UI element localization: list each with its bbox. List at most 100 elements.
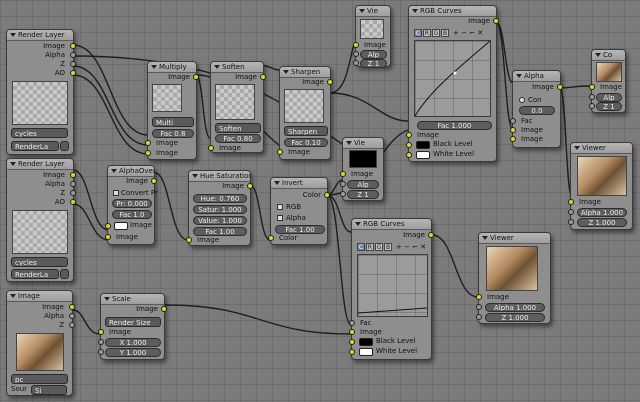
color-swatch[interactable] — [114, 222, 128, 230]
invert-node[interactable]: Invert Color RGB Alpha Fac 1.00 Color — [268, 177, 330, 245]
z-socket[interactable] — [589, 103, 595, 109]
mix-multiply-node[interactable]: Multiply Image Multi Fac 0.8 Image Image — [145, 61, 199, 160]
white-level-socket[interactable] — [406, 152, 412, 158]
viewer-node-bottom[interactable]: Viewer Image Alpha 1.000 Z 1.000 — [476, 232, 551, 324]
node-header[interactable]: Invert — [271, 178, 327, 189]
collapse-arrow-icon[interactable] — [355, 222, 361, 226]
node-header[interactable]: Soften — [211, 62, 263, 73]
collapse-arrow-icon[interactable] — [192, 174, 198, 178]
collapse-arrow-icon[interactable] — [104, 297, 110, 301]
node-header[interactable]: Multiply — [148, 62, 196, 73]
node-header[interactable]: Render Layer — [7, 159, 73, 170]
image-socket[interactable] — [557, 84, 563, 90]
filter-type-dropdown[interactable]: Soften — [215, 123, 261, 133]
z-socket[interactable] — [340, 191, 346, 197]
collapse-arrow-icon[interactable] — [10, 294, 16, 298]
scale-node[interactable]: Scale Image Render Size Image X 1.000 Y … — [98, 293, 167, 360]
curve-editor[interactable] — [357, 254, 428, 317]
channel-tab-g[interactable]: G — [375, 243, 383, 251]
channel-tabs[interactable]: CRGB — [414, 29, 450, 38]
collapse-arrow-icon[interactable] — [10, 33, 16, 37]
alpha-field[interactable]: Alp — [347, 180, 379, 189]
scene-selector[interactable]: cycles — [11, 257, 68, 267]
hue-field[interactable]: Hue: 0.760 — [193, 194, 247, 203]
composite-node[interactable]: Co Image Alp Z 1 — [589, 49, 626, 113]
alpha-over-node[interactable]: AlphaOver Image Convert Pr Pr: 0.000 Fac… — [105, 165, 158, 245]
layer-selector[interactable]: RenderLa — [11, 269, 59, 279]
render-icon[interactable] — [60, 269, 69, 279]
black-level-socket[interactable] — [349, 339, 355, 345]
node-header[interactable]: RGB Curves — [352, 219, 431, 230]
y-socket[interactable] — [98, 349, 104, 355]
filter-soften-node[interactable]: Soften Image Soften Fac 0.80 Image — [208, 61, 266, 153]
hue-saturation-node[interactable]: Hue Saturation Image Hue: 0.760 Satur: 1… — [186, 170, 253, 246]
image-socket[interactable] — [151, 178, 157, 184]
z-field[interactable]: Z 1.000 — [577, 218, 627, 227]
node-header[interactable]: Hue Saturation — [189, 171, 250, 182]
render-icon[interactable] — [60, 141, 69, 151]
image-socket[interactable] — [428, 232, 434, 238]
node-header[interactable]: Viewer — [479, 233, 550, 244]
black-level-swatch[interactable] — [416, 141, 430, 149]
node-header[interactable]: Image — [7, 291, 72, 302]
node-header[interactable]: Co — [592, 50, 625, 61]
image-socket[interactable] — [70, 172, 76, 178]
node-header[interactable]: Scale — [101, 294, 164, 305]
x-socket[interactable] — [98, 339, 104, 345]
white-level-socket[interactable] — [349, 349, 355, 355]
channel-tab-b[interactable]: B — [384, 243, 392, 251]
collapse-arrow-icon[interactable] — [482, 236, 488, 240]
ao-socket[interactable] — [70, 199, 76, 205]
image-socket[interactable] — [186, 237, 192, 243]
scale-space-dropdown[interactable]: Render Size — [105, 317, 161, 327]
image-socket[interactable] — [105, 234, 111, 240]
node-header[interactable]: Viewer — [571, 143, 632, 154]
filter-sharpen-node[interactable]: Sharpen Image Sharpen Fac 0.10 Image — [277, 66, 333, 160]
alpha-socket[interactable] — [476, 304, 482, 310]
source-selector[interactable]: Si — [31, 385, 67, 395]
collapse-arrow-icon[interactable] — [10, 162, 16, 166]
white-level-swatch[interactable] — [416, 151, 430, 159]
rgb-curves-node-1[interactable]: RGB Curves Image CRGB + − ⌐ ✕ Fac 1.000 … — [406, 5, 499, 162]
viewer-node-mid[interactable]: Vie Image Alp Z 1 — [340, 137, 384, 201]
channel-tab-b[interactable]: B — [441, 29, 449, 37]
z-socket[interactable] — [568, 219, 574, 225]
image-socket[interactable] — [277, 149, 283, 155]
image-socket[interactable] — [327, 79, 333, 85]
z-socket[interactable] — [69, 322, 75, 328]
fac-field[interactable]: Fac 0.10 — [284, 138, 328, 147]
collapse-arrow-icon[interactable] — [283, 70, 289, 74]
image-socket[interactable] — [70, 43, 76, 49]
fac-field[interactable]: Fac 1.000 — [417, 121, 492, 130]
color-socket[interactable] — [324, 192, 330, 198]
z-field[interactable]: Z 1 — [347, 190, 379, 199]
alpha-socket[interactable] — [70, 181, 76, 187]
image-socket[interactable] — [340, 171, 346, 177]
ao-socket[interactable] — [70, 70, 76, 76]
image-socket[interactable] — [476, 294, 482, 300]
image-socket[interactable] — [69, 304, 75, 310]
color-socket[interactable] — [268, 235, 274, 241]
black-level-swatch[interactable] — [359, 338, 373, 346]
collapse-arrow-icon[interactable] — [274, 181, 280, 185]
channel-tab-c[interactable]: C — [414, 29, 422, 37]
z-field[interactable]: Z 1 — [596, 102, 622, 111]
con-radio[interactable] — [519, 97, 525, 103]
collapse-arrow-icon[interactable] — [595, 53, 601, 57]
channel-tabs[interactable]: CRGB — [357, 243, 393, 252]
image-socket[interactable] — [510, 127, 516, 133]
image-socket[interactable] — [589, 84, 595, 90]
premul-field[interactable]: Pr: 0.000 — [112, 199, 152, 208]
node-header[interactable]: AlphaOver — [108, 166, 154, 177]
image-socket[interactable] — [145, 140, 151, 146]
image-socket[interactable] — [247, 183, 253, 189]
alpha-socket[interactable] — [568, 209, 574, 215]
convert-premul-checkbox[interactable] — [113, 190, 119, 196]
image-socket[interactable] — [568, 199, 574, 205]
collapse-arrow-icon[interactable] — [111, 169, 117, 173]
node-header[interactable]: Vie — [356, 6, 390, 17]
render-layers-node-2[interactable]: Render Layer Image Alpha Z AO cycles Ren… — [6, 158, 76, 282]
channel-tab-r[interactable]: R — [366, 243, 374, 251]
image-socket[interactable] — [260, 74, 266, 80]
image-socket[interactable] — [193, 74, 199, 80]
